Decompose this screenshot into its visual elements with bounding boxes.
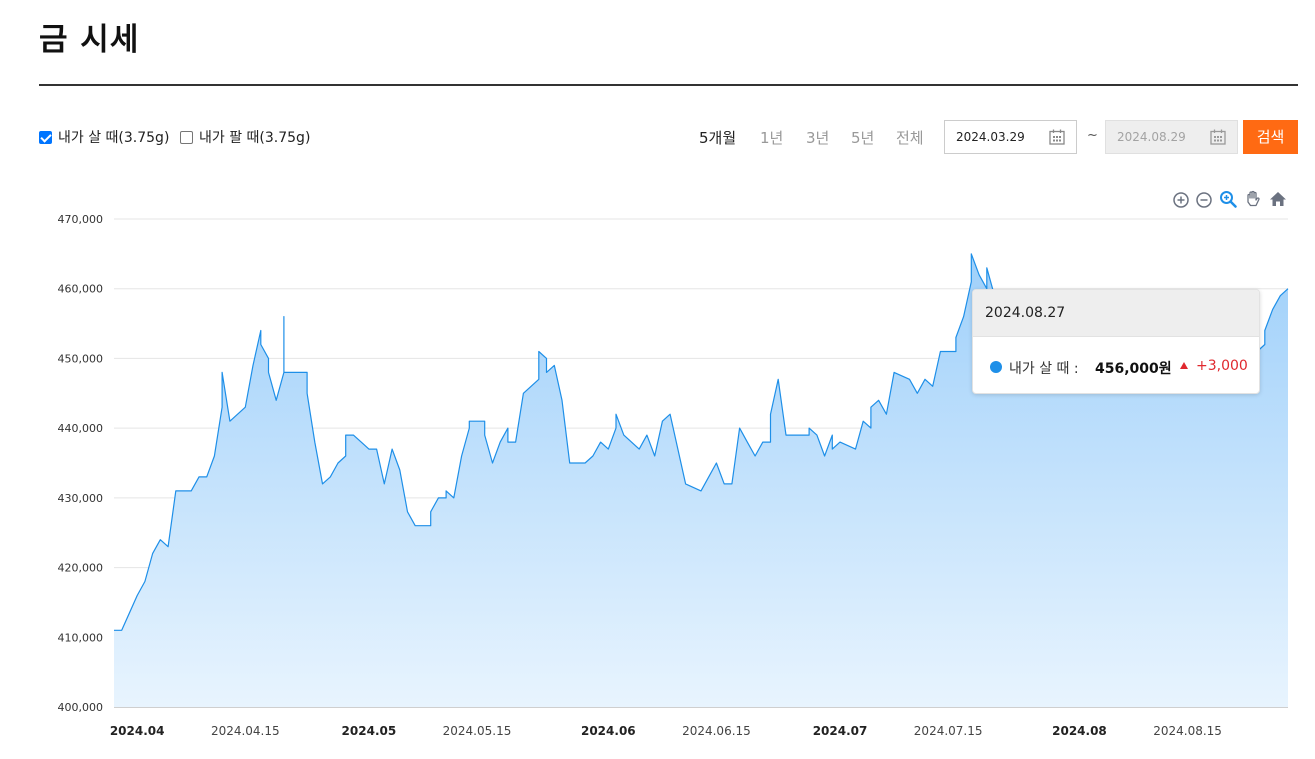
calendar-icon[interactable] — [1210, 129, 1226, 145]
title-divider — [39, 84, 1298, 86]
y-tick-label: 460,000 — [58, 283, 104, 296]
buy-checkbox-box[interactable] — [39, 130, 52, 144]
tooltip-series-label: 내가 살 때 : — [1009, 361, 1079, 377]
period-5-years[interactable]: 5년 — [851, 127, 874, 148]
series-marker-icon — [990, 361, 1002, 373]
sell-checkbox-box[interactable] — [180, 130, 193, 144]
x-tick-label: 2024.04.15 — [211, 724, 280, 738]
x-tick-label: 2024.06 — [581, 724, 636, 738]
x-tick-label: 2024.08 — [1052, 724, 1107, 738]
zoom-in-icon[interactable] — [1172, 191, 1190, 209]
period-all[interactable]: 전체 — [896, 127, 924, 148]
start-date-value: 2024.03.29 — [956, 130, 1025, 144]
tooltip-change: +3,000 — [1196, 358, 1248, 374]
chart-tooltip: 2024.08.27 내가 살 때 : 456,000원 +3,000 — [972, 289, 1260, 394]
y-tick-label: 420,000 — [58, 562, 104, 575]
end-date-input[interactable]: 2024.08.29 — [1105, 120, 1238, 154]
pan-hand-icon[interactable] — [1244, 190, 1262, 208]
period-5-months[interactable]: 5개월 — [699, 127, 736, 148]
page-title: 금 시세 — [39, 22, 140, 58]
magnify-icon[interactable] — [1219, 190, 1237, 208]
y-tick-label: 440,000 — [58, 422, 104, 435]
start-date-input[interactable]: 2024.03.29 — [944, 120, 1077, 154]
sell-option-label: 내가 팔 때(3.75g) — [199, 130, 311, 146]
tooltip-date: 2024.08.27 — [973, 290, 1259, 337]
up-arrow-icon — [1180, 362, 1188, 369]
sell-price-checkbox[interactable]: 내가 팔 때(3.75g) — [180, 127, 310, 147]
tooltip-body: 내가 살 때 : 456,000원 +3,000 — [973, 337, 1259, 393]
buy-price-checkbox[interactable]: 내가 살 때(3.75g) — [39, 127, 169, 147]
y-tick-label: 410,000 — [58, 631, 104, 644]
x-tick-label: 2024.07 — [813, 724, 868, 738]
y-tick-label: 470,000 — [58, 213, 104, 226]
x-tick-label: 2024.06.15 — [682, 724, 751, 738]
x-tick-label: 2024.04 — [110, 724, 165, 738]
x-tick-label: 2024.05.15 — [443, 724, 512, 738]
date-range-separator: ~ — [1087, 128, 1098, 143]
x-tick-label: 2024.08.15 — [1153, 724, 1222, 738]
y-tick-label: 430,000 — [58, 492, 104, 505]
zoom-out-icon[interactable] — [1195, 191, 1213, 209]
x-tick-label: 2024.07.15 — [914, 724, 983, 738]
buy-option-label: 내가 살 때(3.75g) — [58, 130, 170, 146]
period-1-year[interactable]: 1년 — [760, 127, 783, 148]
x-tick-label: 2024.05 — [342, 724, 397, 738]
y-tick-label: 450,000 — [58, 352, 104, 365]
end-date-value: 2024.08.29 — [1117, 130, 1186, 144]
search-button[interactable]: 검색 — [1243, 120, 1298, 154]
y-tick-label: 400,000 — [58, 701, 104, 714]
period-3-years[interactable]: 3년 — [806, 127, 829, 148]
tooltip-value: 456,000원 — [1095, 361, 1172, 377]
calendar-icon[interactable] — [1049, 129, 1065, 145]
home-icon[interactable] — [1269, 190, 1287, 208]
